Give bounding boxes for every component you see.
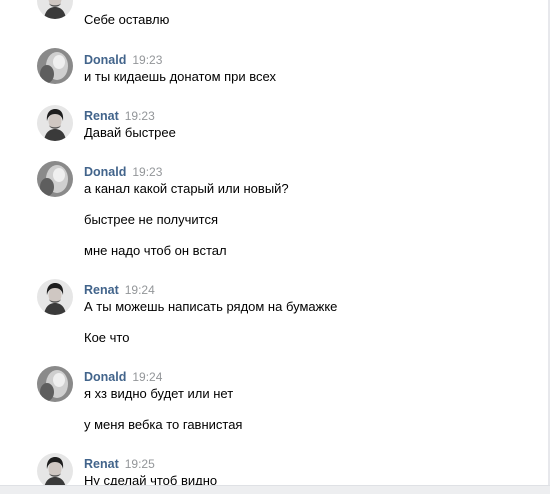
dark-haired-man-avatar-icon [37,105,73,141]
blurred-photo-avatar-icon [37,161,73,197]
author-name[interactable]: Renat [84,457,119,471]
user-avatar[interactable] [37,105,73,141]
message-time[interactable]: 19:25 [125,457,155,471]
dark-haired-man-avatar-icon [37,279,73,315]
message-text: Давай быстрее [84,125,176,140]
message-text: Кое что [84,330,130,345]
message-time[interactable]: 19:23 [132,53,162,67]
composer-edge [0,485,550,494]
message-header: Renat 19:25 [84,456,155,472]
user-avatar[interactable] [37,0,73,19]
blurred-photo-avatar-icon [37,48,73,84]
dark-haired-man-avatar-icon [37,453,73,489]
message-header: Donald 19:24 [84,369,162,385]
message-text: быстрее не получится [84,212,219,227]
user-avatar[interactable] [37,161,73,197]
message-time[interactable]: 19:23 [125,109,155,123]
author-name[interactable]: Donald [84,53,126,67]
user-avatar[interactable] [37,453,73,489]
chat-history: Себе оставлю Donald 19:23 и ты кидаешь до… [0,0,550,494]
message-text: мне надо чтоб он встал [84,243,227,258]
dark-haired-man-avatar-icon [37,0,73,19]
message-time[interactable]: 19:23 [132,165,162,179]
message-text: и ты кидаешь донатом при всех [84,69,276,84]
message-header: Donald 19:23 [84,52,162,68]
message-text: я хз видно будет или нет [84,386,234,401]
user-avatar[interactable] [37,279,73,315]
message-text: у меня вебка то гавнистая [84,417,243,432]
author-name[interactable]: Donald [84,165,126,179]
user-avatar[interactable] [37,48,73,84]
author-name[interactable]: Donald [84,370,126,384]
message-header: Renat 19:23 [84,108,155,124]
user-avatar[interactable] [37,366,73,402]
message-header: Donald 19:23 [84,164,162,180]
message-time[interactable]: 19:24 [132,370,162,384]
message-text: а канал какой старый или новый? [84,181,289,196]
message-header: Renat 19:24 [84,282,155,298]
message-time[interactable]: 19:24 [125,283,155,297]
blurred-photo-avatar-icon [37,366,73,402]
message-text: Себе оставлю [84,12,170,27]
author-name[interactable]: Renat [84,109,119,123]
author-name[interactable]: Renat [84,283,119,297]
message-text: А ты можешь написать рядом на бумажке [84,299,338,314]
